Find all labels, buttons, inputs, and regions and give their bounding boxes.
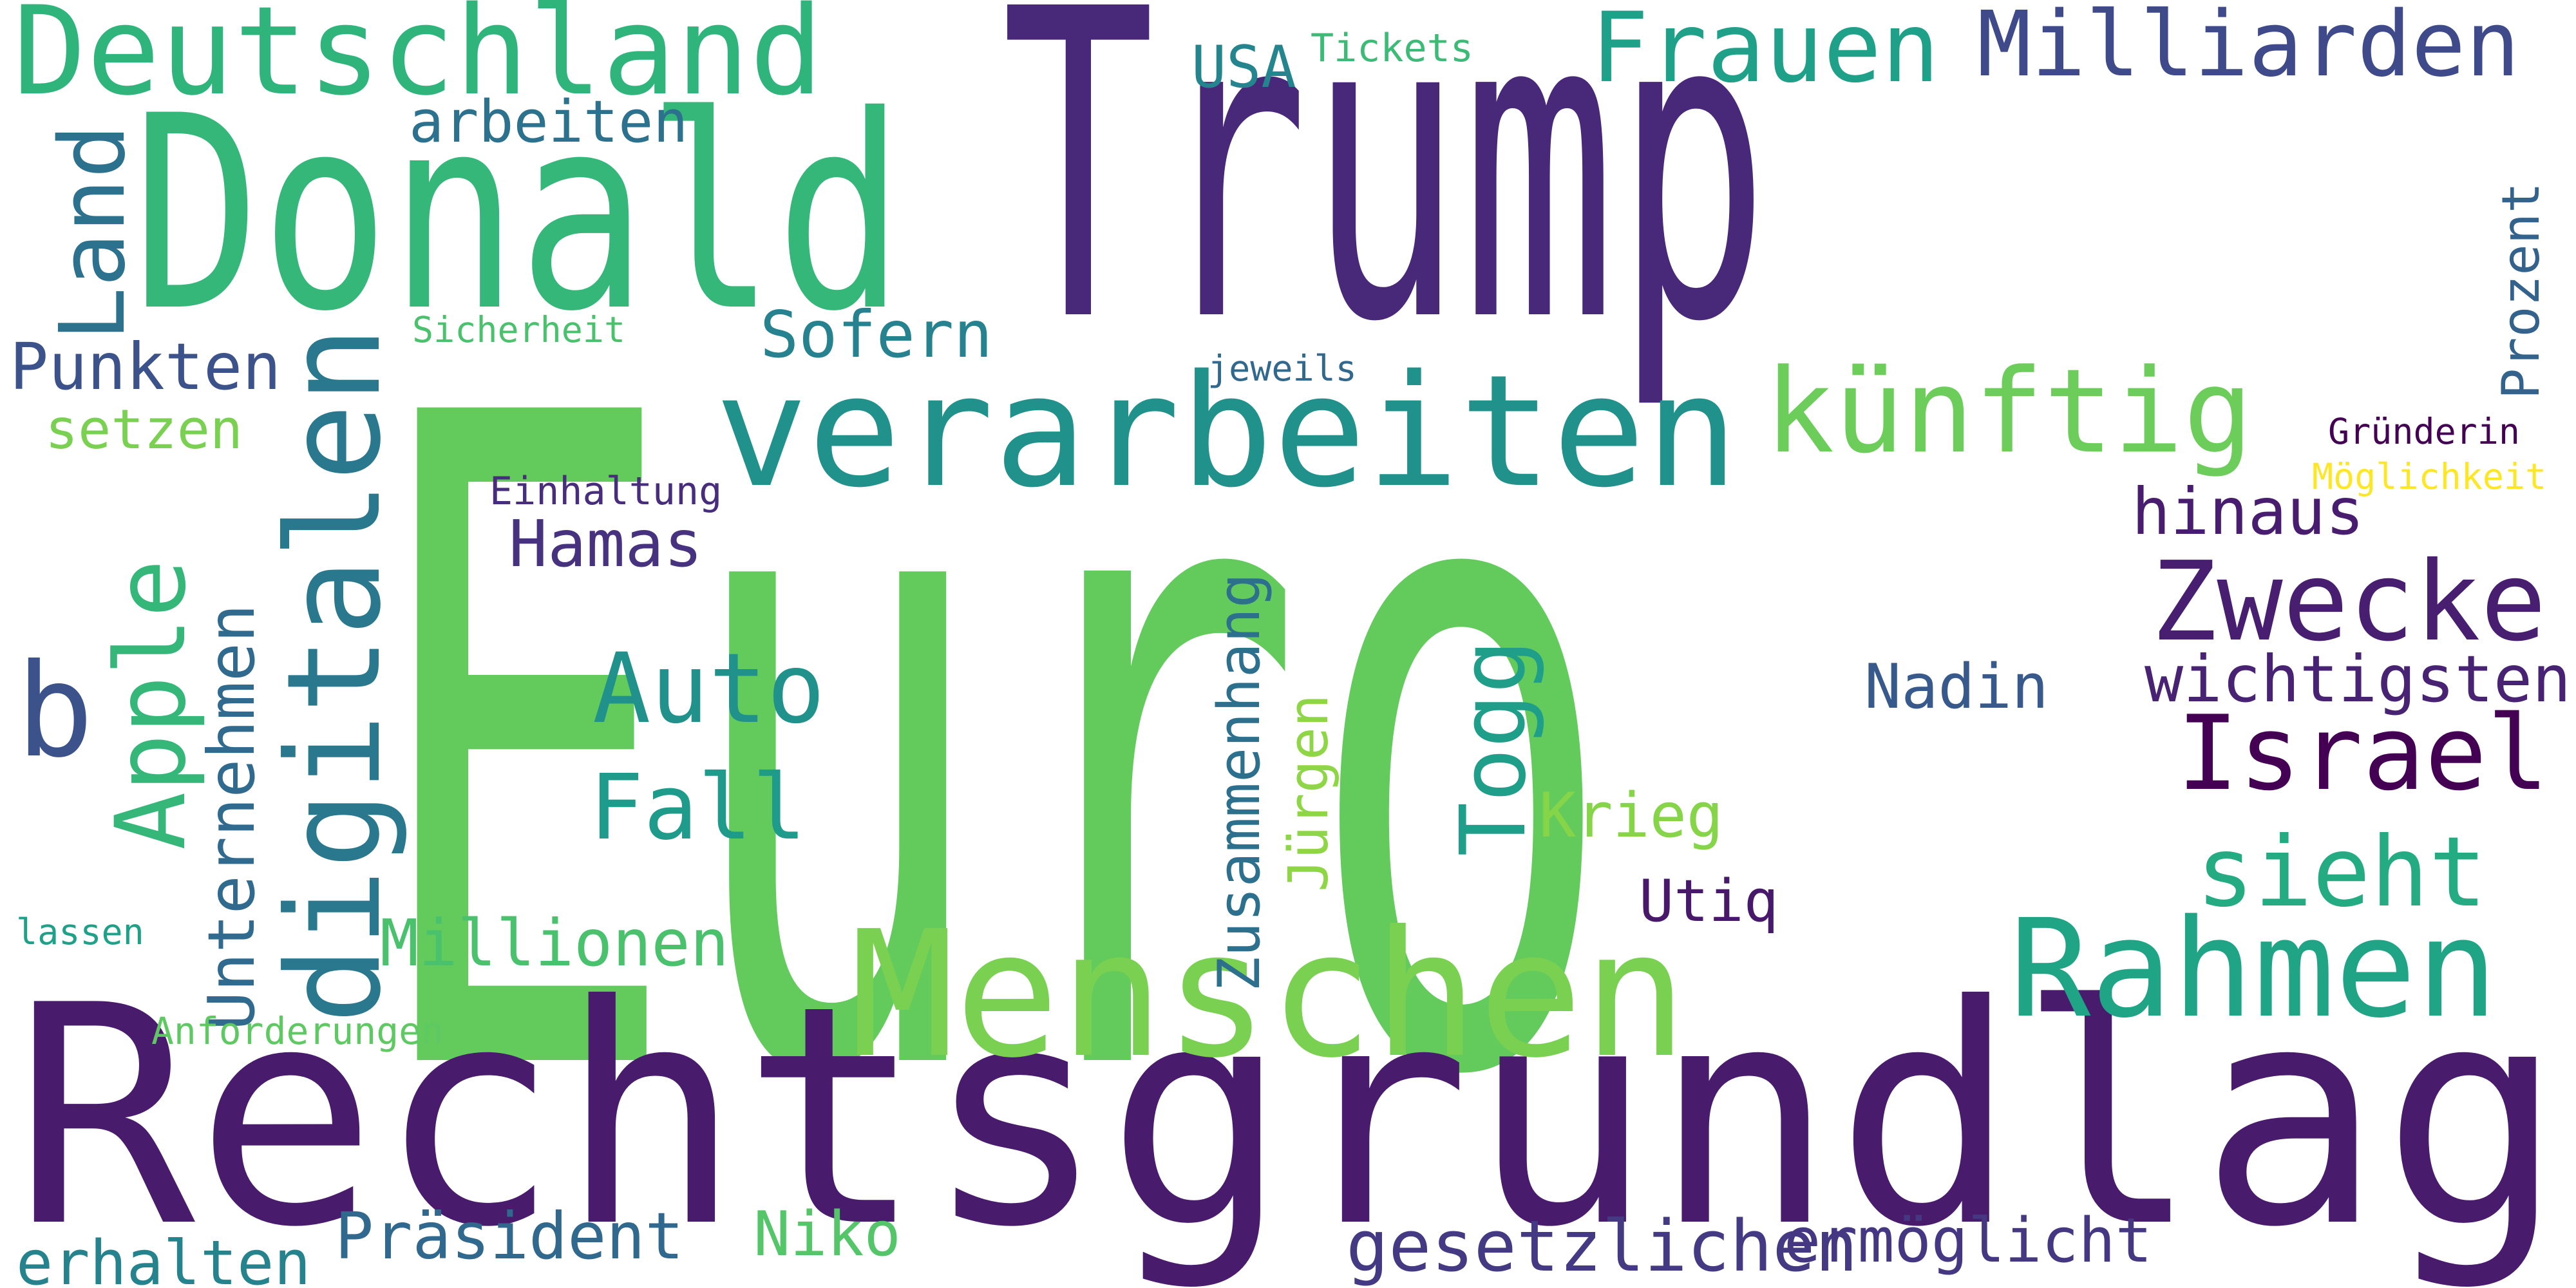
word-setzen: setzen xyxy=(45,398,243,462)
word-sieht: sieht xyxy=(2196,817,2487,929)
word-gruenderin: Gründerin xyxy=(2328,411,2521,452)
word-jeweils: jeweils xyxy=(1208,348,1357,389)
word-kuenftig: künftig xyxy=(1765,345,2253,479)
word-juergen: Jürgen xyxy=(1277,694,1341,892)
word-land: Land xyxy=(41,124,146,341)
word-sicherheit: Sicherheit xyxy=(412,309,626,350)
word-erhalten: erhalten xyxy=(16,1228,311,1288)
word-hamas: Hamas xyxy=(509,506,703,582)
word-millionen: Millionen xyxy=(380,905,729,981)
word-niko: Niko xyxy=(753,1199,901,1270)
word-krieg: Krieg xyxy=(1539,781,1723,851)
word-frauen: Frauen xyxy=(1591,0,1940,104)
word-gesetzlichen: gesetzlichen xyxy=(1346,1205,1858,1287)
word-ermoeglicht: ermöglicht xyxy=(1784,1206,2152,1276)
word-utiq: Utiq xyxy=(1639,867,1779,935)
word-praesident: Präsident xyxy=(335,1198,684,1274)
word-apple: Apple xyxy=(95,559,207,850)
word-wichtigsten: wichtigsten xyxy=(2145,641,2571,717)
word-usa: USA xyxy=(1191,33,1296,101)
word-milliarden: Milliarden xyxy=(1977,0,2520,97)
word-anforderungen: Anforderungen xyxy=(151,1009,444,1053)
word-b: b xyxy=(16,636,94,786)
word-unternehmen: Unternehmen xyxy=(194,603,269,1030)
word-punkten: Punkten xyxy=(10,329,281,404)
word-zwecke: Zwecke xyxy=(2151,538,2547,666)
word-cloud: Trump Euro Rechtsgrundlage Donald verarb… xyxy=(0,0,2576,1288)
word-togg: Togg xyxy=(1441,639,1546,857)
word-zusammenhang: Zusammenhang xyxy=(1206,573,1273,992)
word-moeglichkeit: Möglichkeit xyxy=(2312,456,2547,497)
word-prozent: Prozent xyxy=(2491,182,2551,399)
word-einhaltung: Einhaltung xyxy=(489,469,723,514)
word-israel: Israel xyxy=(2177,693,2549,813)
word-arbeiten: arbeiten xyxy=(409,88,688,156)
word-sofern: Sofern xyxy=(760,297,993,372)
word-lassen: lassen xyxy=(16,911,144,952)
word-auto: Auto xyxy=(592,633,826,745)
word-nadin: Nadin xyxy=(1864,652,2049,723)
word-fall: Fall xyxy=(589,755,807,860)
word-tickets: Tickets xyxy=(1311,26,1473,71)
